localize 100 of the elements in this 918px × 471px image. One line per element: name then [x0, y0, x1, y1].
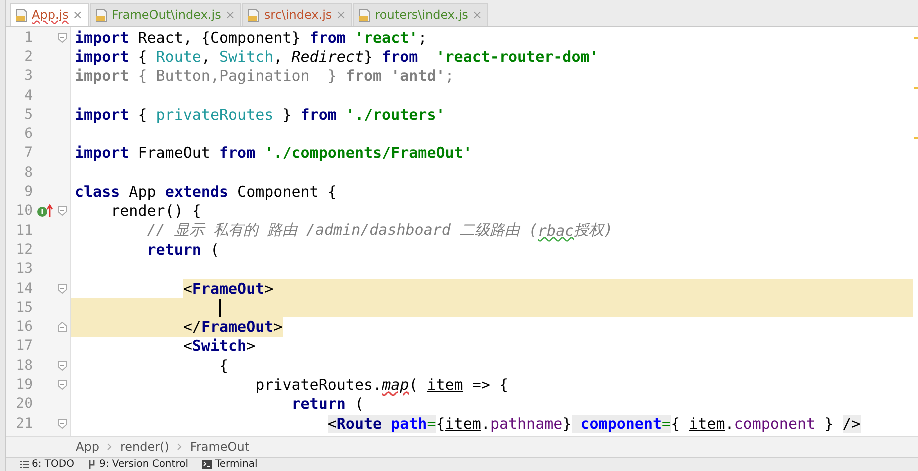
chevron-icon — [177, 443, 182, 451]
line-number: 13 — [15, 261, 33, 278]
override-marker-icon[interactable] — [37, 204, 53, 218]
line-number: 3 — [24, 68, 33, 84]
tool-window-button[interactable]: Terminal — [202, 459, 258, 470]
line-number: 10 — [15, 203, 33, 220]
code-token: } — [282, 106, 293, 124]
error-stripe-mark[interactable] — [914, 37, 918, 39]
code-token: privateRoutes. — [256, 376, 382, 394]
line-number: 5 — [24, 106, 33, 123]
code-token: return — [292, 395, 346, 414]
line-number: 1 — [24, 30, 33, 46]
code-token: // 显示 私有的 路由 /admin/dashboard 二级路由 ( — [147, 221, 538, 240]
line-number: 20 — [15, 396, 33, 412]
code-token: component — [572, 414, 662, 433]
code-token: './routers' — [346, 106, 446, 124]
code-token: Route — [336, 414, 392, 433]
breadcrumb-item[interactable]: render() — [120, 440, 170, 454]
terminal-icon — [202, 460, 212, 469]
code-token: from — [382, 48, 420, 66]
line-number: 17 — [15, 338, 33, 354]
line-number: 8 — [24, 164, 33, 181]
code-token: /> — [842, 414, 861, 433]
line-number: 7 — [24, 145, 33, 162]
line-number: 16 — [15, 319, 33, 336]
code-token: . — [481, 414, 490, 433]
error-stripe-mark[interactable] — [914, 137, 918, 139]
fold-icon[interactable] — [58, 322, 66, 332]
code-token: from — [220, 144, 257, 162]
code-token: { — [137, 48, 148, 66]
line-number: 4 — [24, 88, 33, 104]
line-number: 18 — [15, 358, 33, 374]
list-icon — [20, 460, 29, 468]
code-token: import — [75, 106, 130, 124]
line-number: 21 — [15, 416, 33, 432]
code-token: Switch — [220, 48, 274, 66]
code-token: App — [128, 183, 158, 202]
tool-window-button[interactable]: 9: Version Control — [88, 459, 188, 470]
code-token: = — [662, 414, 672, 433]
error-stripe-mark[interactable] — [914, 87, 918, 89]
code-token: map — [382, 376, 410, 394]
code-token: 'react' — [354, 28, 418, 47]
code-token: } — [562, 414, 572, 433]
code-token: { Button,Pagination } — [137, 67, 338, 86]
js-file-icon — [248, 8, 260, 22]
code-token: class — [75, 183, 120, 202]
code-token: import — [75, 67, 130, 86]
code-token: { — [671, 414, 682, 433]
code-token: Route — [156, 48, 202, 66]
code-token: > — [264, 280, 274, 298]
code-token: 授权) — [574, 221, 614, 240]
js-file-icon — [96, 8, 108, 22]
code-token: . — [725, 414, 734, 433]
line-number: 6 — [24, 126, 33, 142]
code-token: < — [183, 337, 192, 356]
code-token: < — [328, 414, 337, 433]
breadcrumb-item[interactable]: FrameOut — [190, 440, 250, 454]
code-token: import — [75, 48, 130, 66]
code-token: render — [111, 202, 166, 220]
code-token: , — [274, 48, 284, 66]
code-token: Component { — [236, 183, 337, 202]
code-token: './components/FrameOut' — [264, 144, 472, 162]
editor-tab[interactable]: App.js × — [10, 3, 89, 26]
editor-tab[interactable]: src\index.js × — [242, 3, 352, 26]
code-token: Switch — [192, 337, 247, 356]
branch-icon — [88, 460, 96, 469]
code-token: > — [274, 318, 283, 336]
code-token: privateRoutes — [156, 106, 274, 124]
code-token: item — [445, 414, 482, 433]
editor-tab[interactable]: routers\index.js × — [353, 3, 488, 26]
code-token: () { — [165, 202, 202, 220]
code-token: ( — [409, 376, 420, 394]
code-token: FrameOut — [137, 144, 212, 162]
tool-window-button[interactable]: 6: TODO — [20, 459, 74, 470]
line-number: 12 — [15, 242, 33, 258]
fold-icon[interactable] — [58, 284, 66, 294]
code-token: import — [75, 144, 130, 162]
fold-icon[interactable] — [58, 418, 66, 429]
code-token: { — [436, 414, 446, 433]
chevron-icon — [107, 443, 112, 451]
code-token: 'antd' — [391, 67, 446, 86]
fold-icon[interactable] — [58, 360, 66, 371]
fold-icon[interactable] — [58, 380, 66, 390]
breadcrumb-item[interactable]: App — [76, 440, 100, 454]
line-number: 9 — [24, 184, 33, 200]
close-icon[interactable]: × — [72, 8, 83, 22]
code-token: pathname — [490, 414, 563, 433]
code-token: < — [183, 280, 192, 298]
editor-tab[interactable]: FrameOut\index.js × — [90, 3, 242, 26]
code-token: </ — [183, 318, 202, 336]
code-token: > — [246, 337, 256, 356]
code-token: 'react-router-dom' — [436, 48, 599, 66]
code-token: { — [137, 106, 148, 124]
code-token: } — [824, 414, 835, 433]
code-token: item — [689, 414, 726, 433]
fold-icon[interactable] — [58, 32, 66, 43]
fold-icon[interactable] — [58, 206, 66, 216]
code-token: FrameOut — [192, 280, 265, 298]
code-token: , — [201, 48, 212, 66]
code-token: item — [427, 376, 464, 394]
